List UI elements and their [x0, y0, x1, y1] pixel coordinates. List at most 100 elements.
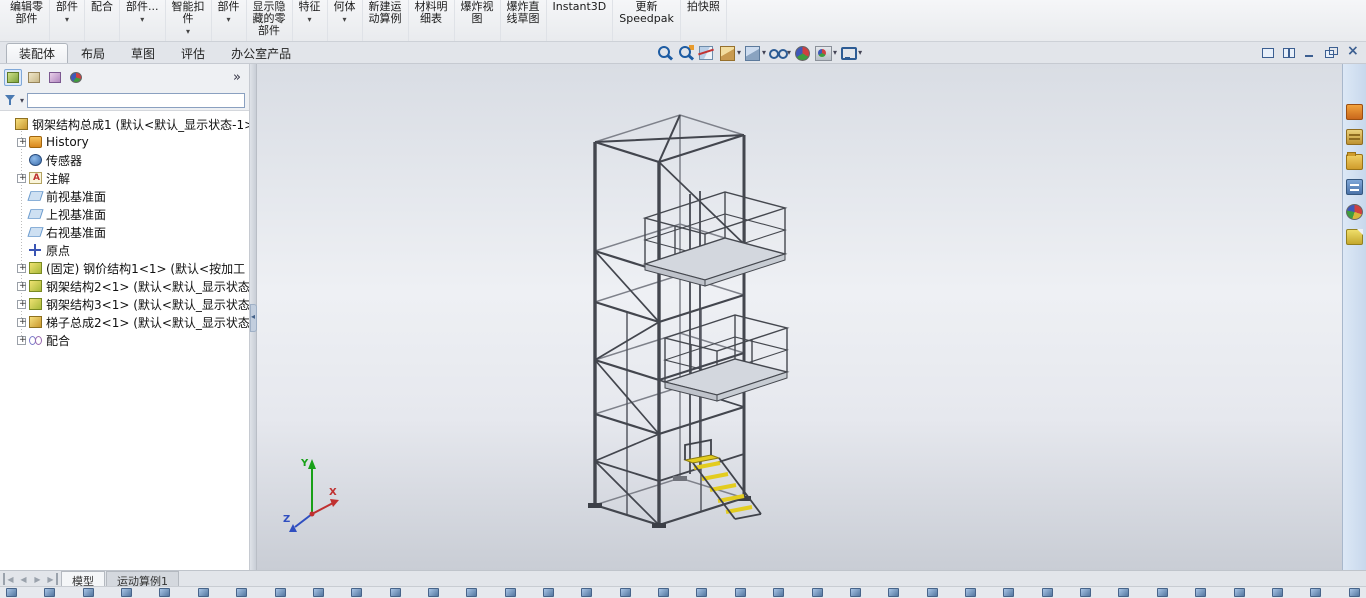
edit-appearance-icon[interactable] — [793, 44, 812, 61]
graphics-area[interactable]: Y X Z — [257, 64, 1342, 570]
snap-icon[interactable] — [1310, 588, 1322, 597]
tree-item[interactable]: 钢架结构总成1 (默认<默认_显示状态-1>) — [3, 115, 249, 133]
snap-icon[interactable] — [274, 588, 286, 597]
headsup-tool[interactable] — [718, 44, 741, 61]
featuremanager-tab-icon[interactable] — [4, 68, 22, 86]
tree-expander-icon[interactable] — [17, 173, 27, 184]
tree-item[interactable]: 右视基准面 — [3, 223, 249, 241]
snap-icon[interactable] — [773, 588, 785, 597]
filter-funnel-icon[interactable] — [4, 93, 17, 107]
configurationmanager-tab-icon[interactable] — [46, 69, 64, 86]
tree-item[interactable]: History — [3, 133, 249, 151]
snap-icon[interactable] — [427, 588, 439, 597]
tree-expander-icon[interactable] — [17, 263, 27, 274]
snap-icon[interactable] — [619, 588, 631, 597]
ribbon-button[interactable]: 爆炸视 图 — [455, 0, 501, 41]
tree-item[interactable]: 上视基准面 — [3, 205, 249, 223]
chevron-down-icon[interactable] — [65, 14, 69, 23]
zoom-area-icon[interactable] — [676, 44, 695, 61]
snap-icon[interactable] — [964, 588, 976, 597]
ribbon-button[interactable]: 智能扣 件 — [166, 0, 212, 41]
headsup-tool[interactable] — [743, 44, 766, 61]
displaymanager-tab-icon[interactable] — [67, 69, 85, 86]
apply-scene-icon[interactable] — [814, 44, 833, 61]
first-icon[interactable] — [3, 573, 16, 585]
chevron-down-icon[interactable] — [858, 44, 862, 61]
headsup-tool[interactable] — [814, 44, 837, 61]
step-ladder[interactable] — [683, 438, 762, 520]
panel-collapse-handle[interactable] — [250, 304, 257, 332]
panel-expand-chevrons[interactable]: » — [233, 70, 245, 85]
snap-icon[interactable] — [1348, 588, 1360, 597]
tree-expander-icon[interactable] — [17, 335, 27, 346]
zoom-fit-icon[interactable] — [655, 44, 674, 61]
ribbon-button[interactable]: 材料明 细表 — [409, 0, 455, 41]
chevron-down-icon[interactable] — [140, 14, 144, 23]
chevron-down-icon[interactable] — [20, 92, 24, 108]
snap-icon[interactable] — [1080, 588, 1092, 597]
ribbon-button[interactable]: 编辑零 部件 — [4, 0, 50, 41]
file-explorer-icon[interactable] — [1346, 152, 1363, 170]
tree-filter-input[interactable] — [27, 92, 245, 108]
snap-icon[interactable] — [159, 588, 171, 597]
tree-expander-icon[interactable] — [17, 281, 27, 292]
ribbon-button[interactable]: 显示隐 藏的零 部件 — [247, 0, 293, 41]
tree-item[interactable]: 前视基准面 — [3, 187, 249, 205]
command-tab[interactable]: 办公室产品 — [218, 43, 304, 63]
propertymanager-tab-icon[interactable] — [25, 69, 43, 86]
minimize-icon[interactable] — [1301, 45, 1319, 60]
document-tab[interactable]: 模型 — [61, 571, 105, 588]
ribbon-button[interactable]: 部件 — [212, 0, 247, 41]
viewport-split-icon[interactable] — [1280, 45, 1298, 60]
solidworks-resources-icon[interactable] — [1346, 104, 1363, 120]
ribbon-button[interactable]: 特征 — [293, 0, 328, 41]
restore-icon[interactable] — [1322, 45, 1340, 60]
snap-icon[interactable] — [82, 588, 94, 597]
upper-platform[interactable] — [642, 191, 788, 287]
command-tab[interactable]: 评估 — [168, 43, 218, 63]
tree-item[interactable]: 注解 — [3, 169, 249, 187]
tree-item[interactable]: 钢架结构2<1> (默认<默认_显示状态-1 — [3, 277, 249, 295]
ribbon-button[interactable]: 更新 Speedpak — [613, 0, 681, 41]
snap-icon[interactable] — [1041, 588, 1053, 597]
document-tab[interactable]: 运动算例1 — [106, 571, 179, 588]
ribbon-button[interactable]: 爆炸直 线草图 — [501, 0, 547, 41]
snap-icon[interactable] — [351, 588, 363, 597]
design-library-icon[interactable] — [1346, 129, 1363, 145]
tree-item[interactable]: 钢架结构3<1> (默认<默认_显示状态-1 — [3, 295, 249, 313]
close-icon[interactable] — [1343, 43, 1361, 60]
ribbon-button[interactable]: 何体 — [328, 0, 363, 41]
snap-icon[interactable] — [543, 588, 555, 597]
snap-icon[interactable] — [888, 588, 900, 597]
chevron-down-icon[interactable] — [186, 26, 190, 35]
appearances-icon[interactable] — [1346, 204, 1363, 220]
tree-item[interactable]: 传感器 — [3, 151, 249, 169]
ribbon-button[interactable]: Instant3D — [547, 0, 614, 41]
snap-icon[interactable] — [197, 588, 209, 597]
snap-icon[interactable] — [926, 588, 938, 597]
tree-expander-icon[interactable] — [17, 137, 27, 148]
snap-icon[interactable] — [312, 588, 324, 597]
chevron-down-icon[interactable] — [833, 44, 837, 61]
snap-icon[interactable] — [1156, 588, 1168, 597]
viewport-single-icon[interactable] — [1259, 45, 1277, 60]
snap-icon[interactable] — [658, 588, 670, 597]
chevron-down-icon[interactable] — [762, 44, 766, 61]
steel-tower-model[interactable] — [257, 64, 1342, 570]
ribbon-button[interactable]: 部件... — [120, 0, 166, 41]
display-style-icon[interactable] — [743, 44, 762, 61]
chevron-down-icon[interactable] — [307, 14, 311, 23]
section-view-icon[interactable] — [697, 44, 716, 61]
ribbon-button[interactable]: 配合 — [85, 0, 120, 41]
hide-show-items-icon[interactable] — [768, 44, 789, 61]
view-palette-icon[interactable] — [1346, 179, 1363, 195]
command-tab[interactable]: 装配体 — [6, 43, 69, 63]
snap-icon[interactable] — [696, 588, 708, 597]
tree-item[interactable]: 梯子总成2<1> (默认<默认_显示状态-1 — [3, 313, 249, 331]
chevron-down-icon[interactable] — [737, 44, 741, 61]
tree-expander-icon[interactable] — [17, 299, 27, 310]
snap-icon[interactable] — [6, 588, 17, 597]
snap-icon[interactable] — [504, 588, 516, 597]
snap-icon[interactable] — [389, 588, 401, 597]
ribbon-button[interactable]: 新建运 动算例 — [363, 0, 409, 41]
